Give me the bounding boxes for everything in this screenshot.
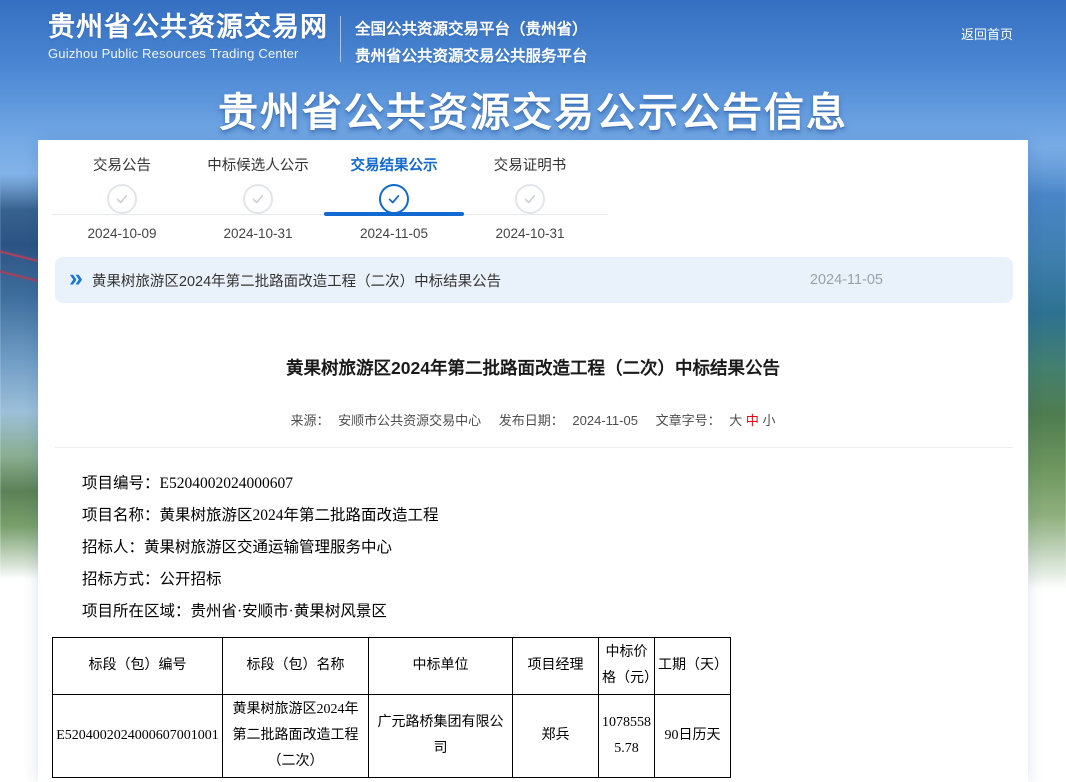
- step-label: 中标候选人公示: [190, 156, 326, 176]
- progress-stepper: 交易公告 2024-10-09 中标候选人公示 2024-10-31 交易结果公…: [54, 156, 606, 241]
- cell-winning-price: 10785585.78: [599, 695, 655, 778]
- site-name-cn: 贵州省公共资源交易网: [48, 14, 328, 41]
- platform-line2: 贵州省公共资源交易公共服务平台: [355, 43, 588, 70]
- background-photo-left: [0, 148, 40, 588]
- step-date: 2024-10-31: [462, 226, 598, 241]
- site-header: 贵州省公共资源交易网 Guizhou Public Resources Trad…: [0, 0, 1066, 76]
- step-label: 交易结果公示: [326, 156, 462, 176]
- fontsize-small[interactable]: 小: [763, 413, 776, 428]
- step-trade-result: 交易结果公示 2024-11-05: [326, 156, 462, 241]
- check-icon: [515, 184, 545, 214]
- field-project-region: 项目所在区域：贵州省·安顺市·黄果树风景区: [82, 596, 1028, 628]
- check-icon: [379, 184, 409, 214]
- source-label: 来源：: [290, 413, 329, 428]
- step-label: 交易公告: [54, 156, 190, 176]
- source-value: 安顺市公共资源交易中心: [338, 413, 481, 428]
- step-label: 交易证明书: [462, 156, 598, 176]
- meta-divider: [55, 447, 1013, 448]
- step-date: 2024-10-09: [54, 226, 190, 241]
- notice-bar: » 黄果树旅游区2024年第二批路面改造工程（二次）中标结果公告 2024-11…: [55, 257, 1013, 303]
- back-home-link[interactable]: 返回首页: [961, 24, 1013, 43]
- col-section-number: 标段（包）编号: [53, 638, 223, 695]
- background-photo-right: [1028, 148, 1066, 608]
- col-duration: 工期（天）: [655, 638, 731, 695]
- col-project-manager: 项目经理: [513, 638, 599, 695]
- platform-names: 全国公共资源交易平台（贵州省） 贵州省公共资源交易公共服务平台: [355, 14, 588, 70]
- article-title: 黄果树旅游区2024年第二批路面改造工程（二次）中标结果公告: [38, 355, 1028, 380]
- table-row: E5204002024000607001001 黄果树旅游区2024年第二批路面…: [53, 695, 731, 778]
- logo-divider: [340, 16, 341, 62]
- field-tenderer: 招标人：黄果树旅游区交通运输管理服务中心: [82, 532, 1028, 564]
- result-table: 标段（包）编号 标段（包）名称 中标单位 项目经理 中标价格（元） 工期（天） …: [52, 637, 731, 778]
- fontsize-medium[interactable]: 中: [746, 413, 759, 428]
- platform-line1: 全国公共资源交易平台（贵州省）: [355, 16, 588, 43]
- step-date: 2024-11-05: [326, 226, 462, 241]
- notice-date: 2024-11-05: [810, 272, 883, 288]
- article-meta: 来源： 安顺市公共资源交易中心 发布日期： 2024-11-05 文章字号： 大…: [38, 410, 1028, 429]
- col-winning-bidder: 中标单位: [369, 638, 513, 695]
- col-winning-price: 中标价格（元）: [599, 638, 655, 695]
- fontsize-label: 文章字号：: [656, 413, 721, 428]
- cell-duration: 90日历天: [655, 695, 731, 778]
- step-winner-candidate: 中标候选人公示 2024-10-31: [190, 156, 326, 241]
- publish-date-value: 2024-11-05: [572, 413, 638, 428]
- step-date: 2024-10-31: [190, 226, 326, 241]
- check-icon: [243, 184, 273, 214]
- step-trade-certificate: 交易证明书 2024-10-31: [462, 156, 598, 241]
- field-tender-method: 招标方式：公开招标: [82, 564, 1028, 596]
- check-icon: [107, 184, 137, 214]
- col-section-name: 标段（包）名称: [223, 638, 369, 695]
- site-logo: 贵州省公共资源交易网 Guizhou Public Resources Trad…: [48, 14, 328, 60]
- article-body: 项目编号：E5204002024000607 项目名称：黄果树旅游区2024年第…: [82, 468, 1028, 628]
- cell-section-name: 黄果树旅游区2024年第二批路面改造工程（二次）: [223, 695, 369, 778]
- page-title: 贵州省公共资源交易公示公告信息: [218, 80, 848, 138]
- cell-winning-bidder: 广元路桥集团有限公司: [369, 695, 513, 778]
- content-card: 交易公告 2024-10-09 中标候选人公示 2024-10-31 交易结果公…: [38, 140, 1028, 782]
- field-project-number: 项目编号：E5204002024000607: [82, 468, 1028, 500]
- step-trade-announcement: 交易公告 2024-10-09: [54, 156, 190, 241]
- cell-section-number: E5204002024000607001001: [53, 695, 223, 778]
- field-project-name: 项目名称：黄果树旅游区2024年第二批路面改造工程: [82, 500, 1028, 532]
- site-name-en: Guizhou Public Resources Trading Center: [48, 47, 328, 60]
- double-arrow-icon: »: [69, 266, 80, 291]
- page-banner: 贵州省公共资源交易公示公告信息: [0, 80, 1066, 138]
- publish-date-label: 发布日期：: [499, 413, 564, 428]
- table-header-row: 标段（包）编号 标段（包）名称 中标单位 项目经理 中标价格（元） 工期（天）: [53, 638, 731, 695]
- fontsize-large[interactable]: 大: [729, 413, 742, 428]
- notice-title-link[interactable]: 黄果树旅游区2024年第二批路面改造工程（二次）中标结果公告: [92, 270, 501, 291]
- cell-project-manager: 郑兵: [513, 695, 599, 778]
